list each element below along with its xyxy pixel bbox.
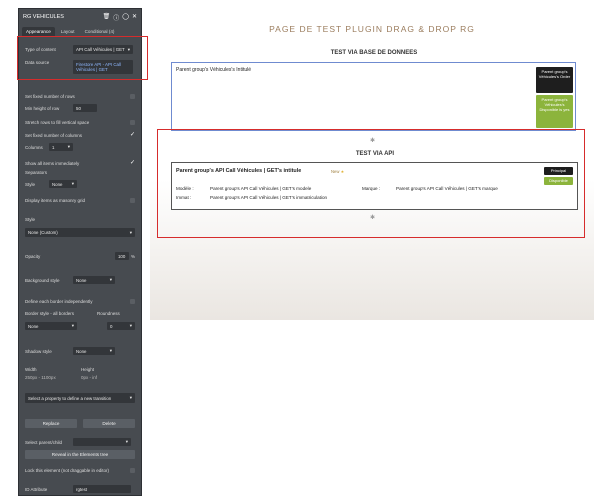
border-style-label: Border style - all borders — [25, 311, 75, 316]
info-icon[interactable]: ⓘ — [113, 13, 119, 22]
roundness-input[interactable]: 0 ▾ — [107, 322, 135, 330]
columns-label: Columns — [25, 144, 43, 150]
opacity-input[interactable]: 100 — [114, 252, 129, 260]
fixed-columns-label: Set fixed number of columns — [25, 133, 83, 138]
fixed-rows-label: Set fixed number of rows — [25, 94, 75, 99]
border-style-select[interactable]: None ▾ — [25, 322, 77, 330]
roundness-label: Roundness — [97, 311, 120, 316]
stretch-rows-checkbox[interactable] — [130, 120, 135, 125]
style-label: Style — [25, 217, 36, 222]
separators-label: Separators — [25, 170, 48, 175]
property-editor-panel: RG VEHICULES 🗑 ⓘ ◯ ✕ Appearance Layout C… — [18, 8, 142, 496]
highlight-api-section — [157, 129, 585, 238]
show-items-checkbox[interactable]: ✓ — [130, 160, 135, 166]
border-each-label: Define each border independently — [25, 299, 93, 304]
masonry-checkbox[interactable] — [130, 198, 135, 203]
db-order-badge: Parent group's Véhicules's Order — [536, 67, 573, 93]
masonry-label: Display items as masonry grid — [25, 198, 86, 203]
chevron-down-icon: ▾ — [71, 323, 74, 328]
chevron-down-icon: ▾ — [129, 323, 132, 328]
delete-icon[interactable]: 🗑 — [103, 13, 111, 22]
style-select[interactable]: None (Custom) ▾ — [25, 228, 135, 237]
separator-style-select[interactable]: None ▾ — [49, 180, 77, 188]
fixed-columns-checkbox[interactable]: ✓ — [130, 132, 135, 138]
replace-button[interactable]: Replace — [25, 419, 77, 428]
db-intitule-text: Parent group's Véhicules's Intitulé — [176, 67, 252, 73]
width-value: 250px - 1100px — [25, 375, 56, 380]
tab-layout[interactable]: Layout — [57, 27, 79, 36]
db-disponible-badge: Parent group's Véhicules's Disponible is… — [536, 95, 573, 128]
tab-conditional[interactable]: Conditional (4) — [81, 27, 119, 36]
db-section-title: TEST VIA BASE DE DONNEES — [330, 50, 418, 56]
delete-button[interactable]: Delete — [83, 419, 135, 428]
chevron-down-icon: ▾ — [125, 439, 128, 444]
background-style-select[interactable]: None ▾ — [73, 276, 115, 284]
show-items-label: Show all items immediately — [25, 161, 80, 166]
panel-titlebar: RG VEHICULES 🗑 ⓘ ◯ ✕ — [19, 9, 141, 25]
min-height-label: Min height of row — [25, 105, 60, 111]
id-attribute-input[interactable]: rgtest — [73, 485, 131, 493]
chevron-down-icon: ▾ — [67, 144, 70, 149]
stretch-rows-label: Stretch rows to fill vertical space — [25, 120, 90, 125]
parent-child-select[interactable]: ▾ — [73, 438, 131, 446]
background-style-label: Background style — [25, 277, 60, 283]
comment-icon[interactable]: ◯ — [122, 13, 129, 22]
id-attribute-label: ID Attribute — [25, 486, 48, 492]
lock-element-checkbox[interactable] — [130, 468, 135, 473]
highlight-data-source — [17, 36, 148, 80]
chevron-down-icon: ▾ — [71, 181, 74, 186]
shadow-style-label: Shadow style — [25, 348, 52, 354]
tab-appearance[interactable]: Appearance — [22, 26, 55, 36]
shadow-style-select[interactable]: None ▾ — [73, 347, 115, 355]
transition-select[interactable]: Select a property to define a new transi… — [25, 393, 135, 403]
lock-element-label: Lock this element (not draggable in edit… — [25, 468, 110, 473]
reveal-elements-tree-button[interactable]: Reveal in the Elements tree — [25, 450, 135, 459]
width-label: Width — [25, 367, 37, 372]
panel-title: RG VEHICULES — [23, 14, 64, 20]
close-icon[interactable]: ✕ — [132, 13, 137, 22]
border-each-checkbox[interactable] — [130, 299, 135, 304]
separator-style-label: Style — [25, 181, 36, 187]
opacity-label: Opacity — [25, 253, 41, 259]
fixed-rows-checkbox[interactable] — [130, 94, 135, 99]
parent-child-label: Select parent/child — [25, 439, 63, 445]
columns-select[interactable]: 1 ▾ — [49, 143, 73, 151]
min-height-input[interactable]: 50 — [73, 104, 97, 112]
opacity-unit: % — [130, 253, 135, 259]
chevron-down-icon: ▾ — [129, 395, 132, 400]
chevron-down-icon: ▾ — [109, 348, 112, 353]
height-value: 0px - inf — [81, 375, 98, 380]
chevron-down-icon: ▾ — [109, 277, 112, 282]
height-label: Height — [81, 367, 95, 372]
chevron-down-icon: ▾ — [129, 229, 132, 235]
page-title: PAGE DE TEST PLUGIN DRAG & DROP RG — [269, 24, 475, 34]
